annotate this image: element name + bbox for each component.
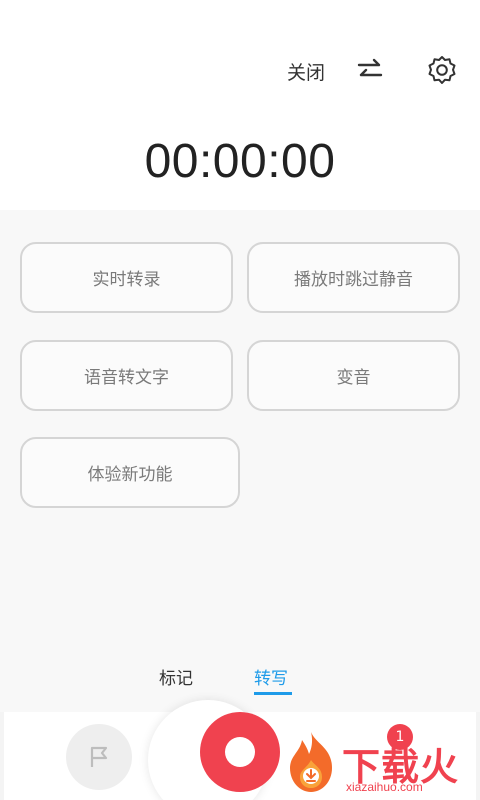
gear-icon[interactable] (426, 54, 458, 86)
options-panel: 实时转录 播放时跳过静音 语音转文字 变音 体验新功能 (0, 210, 480, 712)
watermark-url: xiazaihuo.com (346, 780, 423, 794)
close-button[interactable]: 关闭 (287, 58, 325, 85)
voice-changer-button[interactable]: 变音 (247, 340, 460, 411)
timer-display: 00:00:00 (144, 135, 336, 188)
swap-icon[interactable] (357, 57, 383, 83)
flame-logo-icon (290, 732, 332, 792)
mode-tabs: 标记 转写 (0, 664, 480, 700)
skip-silence-button[interactable]: 播放时跳过静音 (247, 242, 460, 313)
tab-mark[interactable]: 标记 (159, 664, 193, 689)
realtime-transcription-button[interactable]: 实时转录 (20, 242, 233, 313)
flag-button[interactable] (66, 724, 132, 790)
tab-transcribe[interactable]: 转写 (254, 664, 288, 689)
active-tab-indicator (254, 692, 292, 695)
try-new-features-button[interactable]: 体验新功能 (20, 437, 240, 508)
watermark-logo: 下载火 xiazaihuo.com (282, 730, 478, 800)
flag-icon (90, 746, 108, 767)
record-button[interactable] (200, 712, 280, 792)
record-icon (225, 737, 255, 767)
top-header: 关闭 00:00:00 (0, 0, 480, 210)
speech-to-text-button[interactable]: 语音转文字 (20, 340, 233, 411)
